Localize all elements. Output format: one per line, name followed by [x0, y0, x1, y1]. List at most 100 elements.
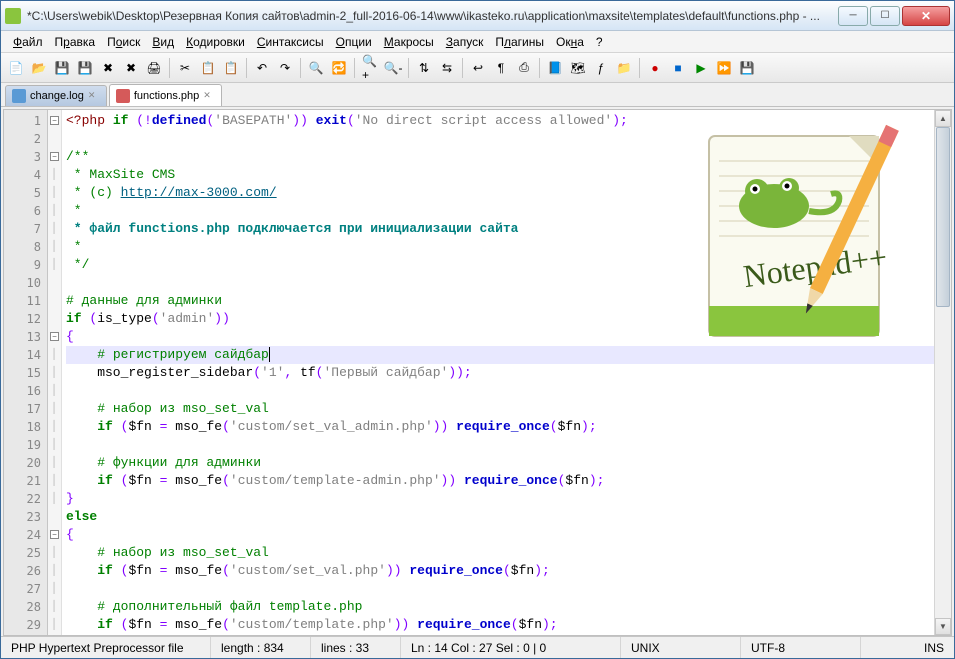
menu-help[interactable]: ? [590, 33, 609, 51]
menu-macros[interactable]: Макросы [378, 33, 440, 51]
doc-map-button[interactable]: 🗺 [567, 57, 589, 79]
scroll-up-button[interactable]: ▲ [935, 110, 951, 127]
func-list-button[interactable]: ƒ [590, 57, 612, 79]
folder-icon: 📁 [616, 60, 632, 76]
menu-view[interactable]: Вид [146, 33, 180, 51]
open-file-button[interactable]: 📂 [28, 57, 50, 79]
tabbar: change.log ✕ functions.php ✕ [1, 83, 954, 107]
menu-file[interactable]: Файл [7, 33, 49, 51]
titlebar[interactable]: *C:\Users\webik\Desktop\Резервная Копия … [1, 1, 954, 31]
status-filetype: PHP Hypertext Preprocessor file [1, 637, 211, 658]
redo-icon: ↷ [277, 60, 293, 76]
func-icon: ƒ [593, 60, 609, 76]
tab-changelog[interactable]: change.log ✕ [5, 85, 107, 106]
close-file-icon: ✖ [100, 60, 116, 76]
sync-v-icon: ⇅ [416, 60, 432, 76]
menu-run[interactable]: Запуск [440, 33, 490, 51]
toolbar-separator [462, 58, 463, 78]
zoom-in-button[interactable]: 🔍+ [359, 57, 381, 79]
maximize-icon: ☐ [881, 10, 890, 21]
line-number-gutter[interactable]: 1234567891011121314151617181920212223242… [4, 110, 48, 635]
menu-search[interactable]: Поиск [101, 33, 146, 51]
print-button[interactable]: 🖨 [143, 57, 165, 79]
paste-button[interactable]: 📋 [220, 57, 242, 79]
find-button[interactable]: 🔍 [305, 57, 327, 79]
play-button[interactable]: ▶ [690, 57, 712, 79]
open-icon: 📂 [31, 60, 47, 76]
menu-plugins[interactable]: Плагины [489, 33, 550, 51]
new-file-icon: 📄 [8, 60, 24, 76]
record-button[interactable]: ● [644, 57, 666, 79]
code-area[interactable]: <?php if (!defined('BASEPATH')) exit('No… [62, 110, 934, 635]
zoom-out-icon: 🔍- [385, 60, 401, 76]
menu-windows[interactable]: Окна [550, 33, 590, 51]
wrap-icon: ↩ [470, 60, 486, 76]
status-encoding[interactable]: UTF-8 [741, 637, 861, 658]
redo-button[interactable]: ↷ [274, 57, 296, 79]
tab-close-button[interactable]: ✕ [88, 90, 100, 102]
fold-column[interactable]: − −││││││ −│││││││││ −││││││ [48, 110, 62, 635]
close-file-button[interactable]: ✖ [97, 57, 119, 79]
lang-button[interactable]: 📘 [544, 57, 566, 79]
copy-icon: 📋 [200, 60, 216, 76]
play-multi-button[interactable]: ⏩ [713, 57, 735, 79]
window-controls: ─ ☐ ✕ [836, 6, 950, 26]
copy-button[interactable]: 📋 [197, 57, 219, 79]
menu-options[interactable]: Опции [330, 33, 378, 51]
app-window: *C:\Users\webik\Desktop\Резервная Копия … [0, 0, 955, 659]
lang-icon: 📘 [547, 60, 563, 76]
save-macro-button[interactable]: 💾 [736, 57, 758, 79]
stop-icon: ■ [670, 60, 686, 76]
find-icon: 🔍 [308, 60, 324, 76]
save-all-button[interactable]: 💾 [74, 57, 96, 79]
zoom-in-icon: 🔍+ [362, 60, 378, 76]
word-wrap-button[interactable]: ↩ [467, 57, 489, 79]
status-length: length : 834 [211, 637, 311, 658]
editor: 1234567891011121314151617181920212223242… [3, 109, 952, 636]
close-icon: ✕ [921, 9, 931, 23]
close-all-button[interactable]: ✖ [120, 57, 142, 79]
sync-h-button[interactable]: ⇆ [436, 57, 458, 79]
scroll-down-button[interactable]: ▼ [935, 618, 951, 635]
menubar: Файл Правка Поиск Вид Кодировки Синтакси… [1, 31, 954, 53]
indent-icon: ⎙ [516, 60, 532, 76]
scroll-thumb[interactable] [936, 127, 950, 307]
menu-syntax[interactable]: Синтаксисы [251, 33, 330, 51]
status-eol[interactable]: UNIX [621, 637, 741, 658]
tab-functions-php[interactable]: functions.php ✕ [109, 84, 222, 106]
new-file-button[interactable]: 📄 [5, 57, 27, 79]
all-chars-button[interactable]: ¶ [490, 57, 512, 79]
file-modified-icon [116, 89, 130, 103]
save-icon: 💾 [54, 60, 70, 76]
menu-edit[interactable]: Правка [49, 33, 102, 51]
replace-button[interactable]: 🔁 [328, 57, 350, 79]
save-all-icon: 💾 [77, 60, 93, 76]
folder-button[interactable]: 📁 [613, 57, 635, 79]
zoom-out-button[interactable]: 🔍- [382, 57, 404, 79]
maximize-button[interactable]: ☐ [870, 6, 900, 26]
status-position: Ln : 14 Col : 27 Sel : 0 | 0 [401, 637, 621, 658]
toolbar-separator [408, 58, 409, 78]
pilcrow-icon: ¶ [493, 60, 509, 76]
toolbar-separator [354, 58, 355, 78]
minimize-button[interactable]: ─ [838, 6, 868, 26]
print-icon: 🖨 [146, 60, 162, 76]
stop-button[interactable]: ■ [667, 57, 689, 79]
file-icon [12, 89, 26, 103]
vertical-scrollbar[interactable]: ▲ ▼ [934, 110, 951, 635]
minimize-icon: ─ [849, 10, 856, 21]
sync-v-button[interactable]: ⇅ [413, 57, 435, 79]
record-icon: ● [647, 60, 663, 76]
tab-label: change.log [30, 90, 84, 102]
fast-icon: ⏩ [716, 60, 732, 76]
save-button[interactable]: 💾 [51, 57, 73, 79]
menu-encoding[interactable]: Кодировки [180, 33, 251, 51]
tab-close-button[interactable]: ✕ [203, 90, 215, 102]
map-icon: 🗺 [570, 60, 586, 76]
indent-guide-button[interactable]: ⎙ [513, 57, 535, 79]
cut-button[interactable]: ✂ [174, 57, 196, 79]
sync-h-icon: ⇆ [439, 60, 455, 76]
status-insert-mode[interactable]: INS [861, 637, 954, 658]
undo-button[interactable]: ↶ [251, 57, 273, 79]
close-button[interactable]: ✕ [902, 6, 950, 26]
